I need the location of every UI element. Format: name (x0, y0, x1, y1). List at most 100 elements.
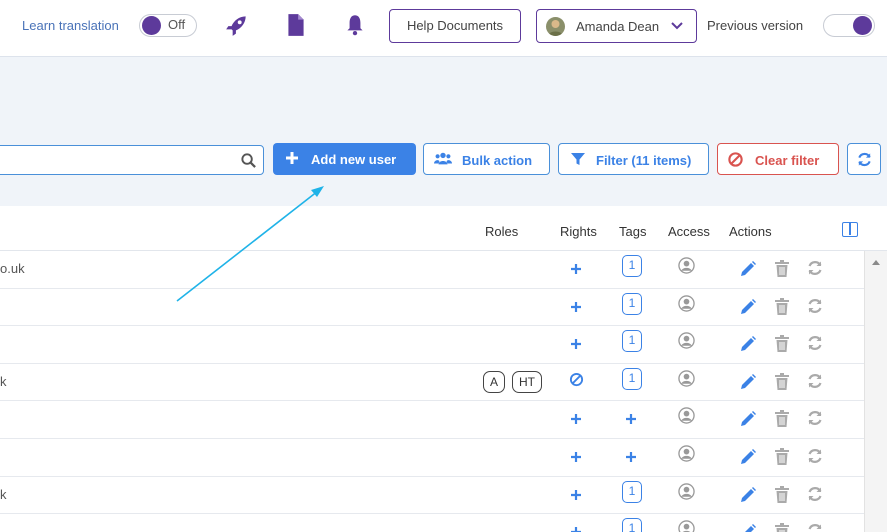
search-icon[interactable] (240, 152, 257, 169)
table-row[interactable]: o.uk 1 (0, 251, 864, 289)
user-access-icon[interactable] (678, 370, 695, 387)
reset-icon[interactable] (806, 409, 824, 427)
add-rights-icon[interactable] (570, 338, 582, 350)
add-tag-icon[interactable] (625, 413, 637, 425)
cell-email: k (0, 486, 7, 502)
search-input[interactable] (0, 146, 231, 174)
chevron-down-icon (671, 22, 683, 30)
table-row[interactable] (0, 401, 864, 439)
edit-pencil-icon[interactable] (739, 523, 757, 532)
user-access-icon[interactable] (678, 520, 695, 532)
column-header-access[interactable]: Access (668, 224, 710, 239)
user-access-icon[interactable] (678, 332, 695, 349)
filter-button[interactable]: Filter (11 items) (558, 143, 709, 175)
trash-icon[interactable] (774, 410, 790, 428)
edit-pencil-icon[interactable] (739, 260, 757, 278)
reset-icon[interactable] (806, 485, 824, 503)
add-rights-icon[interactable] (570, 526, 582, 532)
table-row[interactable]: 1 (0, 326, 864, 364)
role-badge[interactable]: A (483, 370, 505, 393)
tag-count-badge[interactable]: 1 (622, 292, 642, 315)
toggle-knob (142, 16, 161, 35)
reset-icon[interactable] (806, 522, 824, 532)
top-bar: Learn translation Off Help Documents Ama… (0, 0, 887, 57)
document-icon[interactable] (283, 12, 309, 38)
user-access-icon[interactable] (678, 294, 695, 312)
no-rights-icon[interactable] (569, 372, 584, 387)
add-new-user-button[interactable]: Add new user (273, 143, 416, 175)
add-rights-icon[interactable] (570, 301, 582, 313)
reset-icon[interactable] (806, 259, 824, 277)
add-rights-icon[interactable] (570, 263, 582, 275)
edit-pencil-icon[interactable] (739, 486, 757, 504)
user-access-icon[interactable] (678, 257, 695, 274)
filter-label: Filter (11 items) (596, 153, 692, 168)
rocket-icon[interactable] (224, 12, 250, 38)
add-rights-icon[interactable] (570, 489, 582, 501)
edit-pencil-icon[interactable] (739, 448, 757, 466)
add-new-user-label: Add new user (311, 152, 397, 167)
avatar (546, 17, 565, 36)
bell-icon[interactable] (342, 12, 368, 38)
add-rights-icon[interactable] (570, 413, 582, 425)
ban-icon (728, 152, 743, 167)
add-tag-icon[interactable] (625, 451, 637, 463)
filter-icon (571, 153, 585, 165)
table-row[interactable]: k1 (0, 477, 864, 515)
bulk-action-label: Bulk action (462, 153, 533, 168)
edit-pencil-icon[interactable] (739, 373, 757, 391)
cell-email: o.uk (0, 261, 25, 276)
reset-icon[interactable] (806, 447, 824, 465)
reset-icon[interactable] (806, 372, 824, 390)
search-field[interactable] (0, 145, 264, 175)
trash-icon[interactable] (774, 297, 790, 316)
users-icon (434, 152, 452, 165)
user-access-icon[interactable] (678, 482, 695, 500)
tag-count-badge[interactable]: 1 (622, 367, 642, 390)
tag-count-badge[interactable]: 1 (622, 330, 642, 353)
plus-icon (286, 152, 298, 164)
user-access-icon[interactable] (678, 407, 695, 425)
column-header-actions: Actions (729, 224, 772, 239)
bulk-action-button[interactable]: Bulk action (423, 143, 550, 175)
column-header-tags[interactable]: Tags (619, 224, 646, 239)
user-menu-button[interactable]: Amanda Dean (536, 9, 697, 43)
users-table: Roles Rights Tags Access Actions o.uk 1 1 1… (0, 206, 887, 532)
edit-pencil-icon[interactable] (739, 298, 757, 316)
reset-icon[interactable] (806, 297, 824, 315)
table-row[interactable]: k A HT 1 (0, 364, 864, 402)
user-access-icon[interactable] (678, 445, 695, 462)
trash-icon[interactable] (774, 523, 790, 532)
clear-filter-label: Clear filter (755, 153, 820, 168)
clear-filter-button[interactable]: Clear filter (717, 143, 839, 175)
table-row[interactable] (0, 439, 864, 477)
learn-translation-label: Learn translation (22, 18, 119, 33)
scrollbar[interactable] (864, 251, 887, 532)
learn-translation-toggle[interactable]: Off (139, 14, 197, 37)
column-header-rights[interactable]: Rights (560, 224, 597, 239)
add-rights-icon[interactable] (570, 451, 582, 463)
table-row[interactable]: 1 (0, 289, 864, 327)
table-row[interactable]: 1 (0, 514, 864, 532)
trash-icon[interactable] (774, 372, 790, 391)
tag-count-badge[interactable]: 1 (622, 480, 642, 503)
edit-pencil-icon[interactable] (739, 335, 757, 353)
previous-version-label: Previous version (707, 18, 804, 33)
tag-count-badge[interactable]: 1 (622, 518, 642, 532)
refresh-button[interactable] (847, 143, 881, 175)
tag-count-badge[interactable]: 1 (622, 255, 642, 277)
edit-pencil-icon[interactable] (739, 410, 757, 428)
trash-icon[interactable] (774, 260, 790, 278)
scroll-up-arrow-icon[interactable] (872, 260, 880, 265)
user-name: Amanda Dean (576, 19, 660, 34)
trash-icon[interactable] (774, 485, 790, 504)
column-header-roles[interactable]: Roles (485, 224, 518, 239)
trash-icon[interactable] (774, 335, 790, 353)
toggle-state-label: Off (168, 17, 186, 32)
column-toggle-icon[interactable] (842, 222, 858, 237)
trash-icon[interactable] (774, 448, 790, 466)
reset-icon[interactable] (806, 334, 824, 352)
role-badge[interactable]: HT (512, 370, 542, 393)
previous-version-toggle[interactable] (823, 14, 875, 37)
help-documents-button[interactable]: Help Documents (389, 9, 521, 43)
